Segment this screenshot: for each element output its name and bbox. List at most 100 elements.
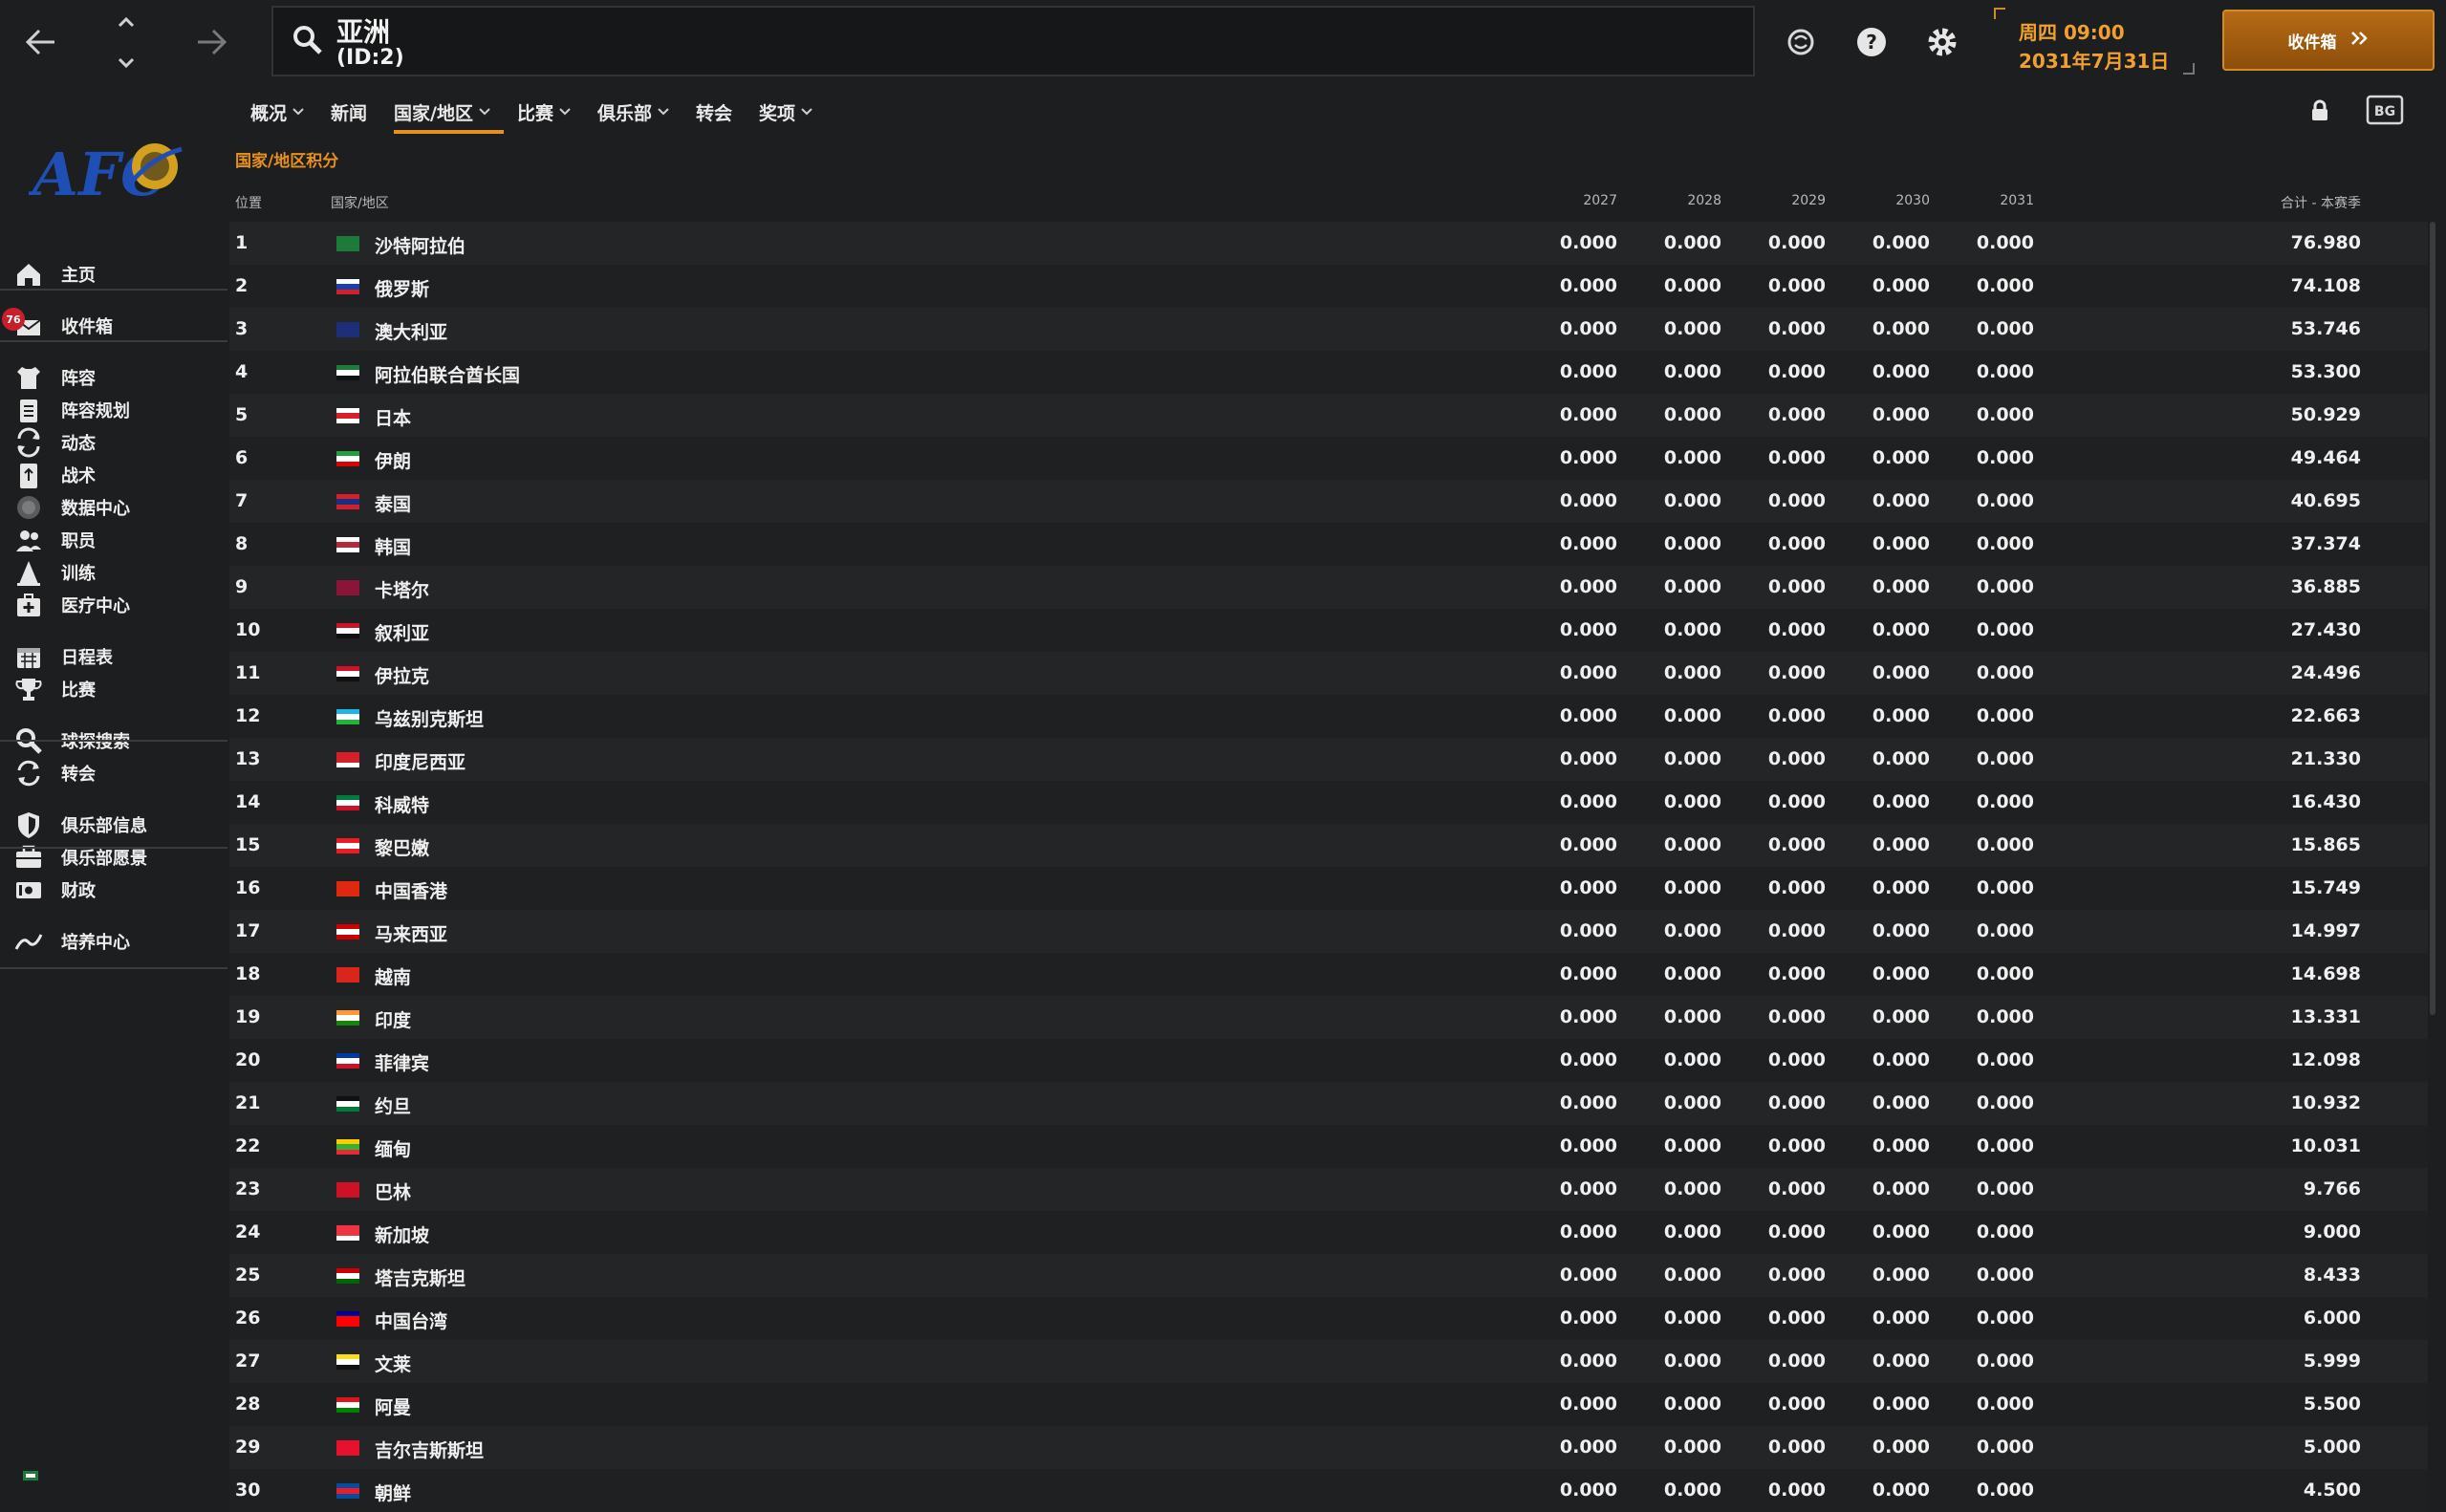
game-date[interactable]: 周四 09:00 2031年7月31日: [1994, 8, 2195, 75]
sidebar-item-transfer[interactable]: 转会: [0, 749, 229, 797]
country-name-link[interactable]: 印度尼西亚: [375, 748, 465, 774]
country-name-link[interactable]: 阿曼: [375, 1393, 411, 1419]
sidebar-item-home[interactable]: 主页: [0, 250, 229, 298]
col-header-2027[interactable]: 2027: [1541, 193, 1617, 208]
table-row[interactable]: 7 泰国 0.000 0.000 0.000 0.000 0.000 40.695: [229, 480, 2428, 523]
country-name-link[interactable]: 新加坡: [375, 1221, 429, 1247]
country-name-link[interactable]: 泰国: [375, 490, 411, 516]
continue-inbox-button[interactable]: 收件箱: [2222, 10, 2435, 71]
forward-arrow-icon[interactable]: [184, 13, 241, 71]
menu-tab-4[interactable]: 俱乐部: [584, 90, 682, 134]
country-name-link[interactable]: 越南: [375, 963, 411, 989]
menu-tab-3[interactable]: 比赛: [504, 90, 584, 134]
sidebar-divider: [0, 289, 227, 291]
chevron-up-icon[interactable]: [118, 10, 135, 33]
country-name-link[interactable]: 约旦: [375, 1092, 411, 1118]
country-name-link[interactable]: 阿拉伯联合酋长国: [375, 361, 520, 387]
menu-tab-6[interactable]: 奖项: [746, 90, 826, 134]
table-row[interactable]: 24 新加坡 0.000 0.000 0.000 0.000 0.000 9.000: [229, 1211, 2428, 1254]
background-toggle-icon[interactable]: BG: [2365, 94, 2405, 128]
table-row[interactable]: 10 叙利亚 0.000 0.000 0.000 0.000 0.000 27.430: [229, 609, 2428, 652]
sidebar-item-finance[interactable]: 财政: [0, 866, 229, 914]
country-name-link[interactable]: 卡塔尔: [375, 576, 429, 602]
country-name-link[interactable]: 缅甸: [375, 1135, 411, 1161]
col-header-total[interactable]: 合计 - 本赛季: [2218, 193, 2361, 212]
table-row[interactable]: 1 沙特阿拉伯 0.000 0.000 0.000 0.000 0.000 76.980: [229, 222, 2428, 265]
country-name-link[interactable]: 叙利亚: [375, 619, 429, 645]
table-row[interactable]: 4 阿拉伯联合酋长国 0.000 0.000 0.000 0.000 0.000 53.300: [229, 351, 2428, 394]
table-row[interactable]: 27 文莱 0.000 0.000 0.000 0.000 0.000 5.999: [229, 1340, 2428, 1383]
back-arrow-icon[interactable]: [11, 13, 69, 71]
country-name-link[interactable]: 俄罗斯: [375, 275, 429, 301]
menu-tab-2[interactable]: 国家/地区: [380, 90, 504, 134]
menu-tab-1[interactable]: 新闻: [317, 90, 380, 134]
table-row[interactable]: 29 吉尔吉斯斯坦 0.000 0.000 0.000 0.000 0.000 5.000: [229, 1426, 2428, 1469]
help-icon[interactable]: ?: [1851, 21, 1893, 63]
col-header-pos[interactable]: 位置: [235, 193, 262, 212]
search-box[interactable]: 亚洲 (ID:2): [271, 6, 1755, 76]
table-row[interactable]: 19 印度 0.000 0.000 0.000 0.000 0.000 13.331: [229, 996, 2428, 1039]
brain-icon[interactable]: [1780, 21, 1822, 63]
country-name-link[interactable]: 日本: [375, 404, 411, 430]
table-row[interactable]: 8 韩国 0.000 0.000 0.000 0.000 0.000 37.374: [229, 523, 2428, 566]
country-name-link[interactable]: 黎巴嫩: [375, 834, 429, 860]
year-points-2031: 0.000: [1976, 576, 2034, 597]
country-name-link[interactable]: 澳大利亚: [375, 318, 447, 344]
table-row[interactable]: 5 日本 0.000 0.000 0.000 0.000 0.000 50.929: [229, 394, 2428, 437]
table-row[interactable]: 25 塔吉克斯坦 0.000 0.000 0.000 0.000 0.000 8.433: [229, 1254, 2428, 1297]
table-row[interactable]: 6 伊朗 0.000 0.000 0.000 0.000 0.000 49.464: [229, 437, 2428, 480]
menu-tab-0[interactable]: 概况: [237, 90, 317, 134]
country-name-link[interactable]: 塔吉克斯坦: [375, 1264, 465, 1290]
table-row[interactable]: 16 中国香港 0.000 0.000 0.000 0.000 0.000 15.749: [229, 867, 2428, 910]
country-name-link[interactable]: 中国台湾: [375, 1307, 447, 1333]
lock-icon[interactable]: [2309, 99, 2334, 124]
table-row[interactable]: 26 中国台湾 0.000 0.000 0.000 0.000 0.000 6.000: [229, 1297, 2428, 1340]
country-name-link[interactable]: 朝鲜: [375, 1480, 411, 1505]
gear-icon[interactable]: [1921, 21, 1963, 63]
country-name-link[interactable]: 菲律宾: [375, 1049, 429, 1075]
sidebar-item-trophy[interactable]: 比赛: [0, 665, 229, 713]
country-name-link[interactable]: 巴林: [375, 1178, 411, 1204]
country-name-link[interactable]: 伊朗: [375, 447, 411, 473]
table-row[interactable]: 28 阿曼 0.000 0.000 0.000 0.000 0.000 5.500: [229, 1383, 2428, 1426]
chevron-down-icon[interactable]: [118, 51, 135, 75]
sidebar-item-development[interactable]: 培养中心: [0, 918, 229, 965]
sidebar-item-medical[interactable]: 医疗中心: [0, 581, 229, 629]
table-row[interactable]: 13 印度尼西亚 0.000 0.000 0.000 0.000 0.000 21.330: [229, 738, 2428, 781]
col-header-country[interactable]: 国家/地区: [331, 193, 389, 212]
country-name-link[interactable]: 吉尔吉斯斯坦: [375, 1436, 484, 1462]
table-row[interactable]: 18 越南 0.000 0.000 0.000 0.000 0.000 14.698: [229, 953, 2428, 996]
table-row[interactable]: 22 缅甸 0.000 0.000 0.000 0.000 0.000 10.031: [229, 1125, 2428, 1168]
col-header-2031[interactable]: 2031: [1958, 193, 2034, 208]
table-row[interactable]: 20 菲律宾 0.000 0.000 0.000 0.000 0.000 12.098: [229, 1039, 2428, 1082]
sidebar-item-inbox[interactable]: 76 收件箱: [0, 302, 229, 350]
country-name-link[interactable]: 沙特阿拉伯: [375, 232, 465, 258]
country-name-link[interactable]: 马来西亚: [375, 920, 447, 946]
year-points-2028: 0.000: [1663, 1221, 1721, 1242]
country-name-link[interactable]: 伊拉克: [375, 662, 429, 688]
country-name-link[interactable]: 韩国: [375, 533, 411, 559]
col-header-2028[interactable]: 2028: [1645, 193, 1721, 208]
table-row[interactable]: 12 乌兹别克斯坦 0.000 0.000 0.000 0.000 0.000 22.663: [229, 695, 2428, 738]
country-name-link[interactable]: 科威特: [375, 791, 429, 817]
col-header-2030[interactable]: 2030: [1853, 193, 1930, 208]
table-row[interactable]: 11 伊拉克 0.000 0.000 0.000 0.000 0.000 24.496: [229, 652, 2428, 695]
table-row[interactable]: 9 卡塔尔 0.000 0.000 0.000 0.000 0.000 36.885: [229, 566, 2428, 609]
table-row[interactable]: 21 约旦 0.000 0.000 0.000 0.000 0.000 10.932: [229, 1082, 2428, 1125]
table-row[interactable]: 14 科威特 0.000 0.000 0.000 0.000 0.000 16.430: [229, 781, 2428, 824]
table-row[interactable]: 2 俄罗斯 0.000 0.000 0.000 0.000 0.000 74.108: [229, 265, 2428, 308]
table-row[interactable]: 17 马来西亚 0.000 0.000 0.000 0.000 0.000 14.997: [229, 910, 2428, 953]
col-header-2029[interactable]: 2029: [1749, 193, 1826, 208]
table-row[interactable]: 23 巴林 0.000 0.000 0.000 0.000 0.000 9.766: [229, 1168, 2428, 1211]
year-points-2029: 0.000: [1767, 1480, 1826, 1501]
country-name-link[interactable]: 乌兹别克斯坦: [375, 705, 484, 731]
table-row[interactable]: 30 朝鲜 0.000 0.000 0.000 0.000 0.000 4.500: [229, 1469, 2428, 1512]
table-scrollbar[interactable]: [2430, 222, 2435, 1015]
table-row[interactable]: 3 澳大利亚 0.000 0.000 0.000 0.000 0.000 53.746: [229, 308, 2428, 351]
country-name-link[interactable]: 印度: [375, 1006, 411, 1032]
year-points-2031: 0.000: [1976, 490, 2034, 511]
table-row[interactable]: 15 黎巴嫩 0.000 0.000 0.000 0.000 0.000 15.865: [229, 824, 2428, 867]
country-name-link[interactable]: 文莱: [375, 1350, 411, 1376]
country-name-link[interactable]: 中国香港: [375, 877, 447, 903]
menu-tab-5[interactable]: 转会: [682, 90, 746, 134]
